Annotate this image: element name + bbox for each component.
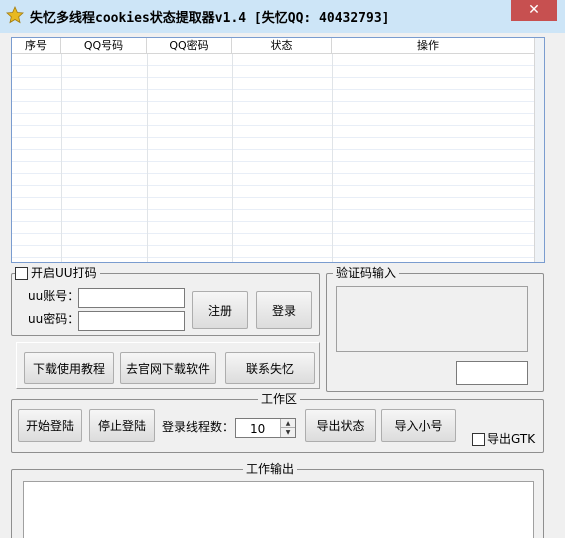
official-download-button[interactable]: 去官网下载软件 (120, 352, 216, 384)
close-button[interactable]: ✕ (511, 0, 557, 21)
account-table[interactable]: 序号 QQ号码 QQ密码 状态 操作 (11, 37, 545, 263)
threads-value: 10 (250, 422, 266, 436)
table-scrollbar[interactable] (534, 38, 544, 262)
captcha-image (336, 286, 528, 352)
column-header-index[interactable]: 序号 (12, 38, 61, 53)
links-panel: 下载使用教程 去官网下载软件 联系失忆 (16, 342, 320, 389)
work-group: 工作区 开始登陆 停止登陆 登录线程数： 10 ▲ ▼ 导出状态 导入小号 导出… (11, 392, 544, 453)
star-icon (6, 6, 24, 24)
work-group-title: 工作区 (258, 392, 301, 406)
output-group-title: 工作输出 (243, 462, 298, 476)
window-title: 失忆多线程cookies状态提取器v1.4 [失忆QQ: 40432793] (30, 11, 390, 26)
uu-account-input[interactable] (78, 288, 185, 308)
table-header: 序号 QQ号码 QQ密码 状态 操作 (12, 38, 544, 54)
stop-login-button[interactable]: 停止登陆 (89, 409, 155, 442)
column-header-password[interactable]: QQ密码 (147, 38, 232, 53)
start-login-button[interactable]: 开始登陆 (18, 409, 82, 442)
export-status-button[interactable]: 导出状态 (305, 409, 376, 442)
threads-spinner[interactable]: 10 ▲ ▼ (235, 418, 296, 438)
uu-enable-label: 开启UU打码 (28, 266, 100, 280)
login-button[interactable]: 登录 (256, 291, 312, 329)
uu-password-input[interactable] (78, 311, 185, 331)
table-body[interactable] (12, 54, 544, 262)
register-button[interactable]: 注册 (192, 291, 248, 329)
output-group: 工作输出 (11, 462, 544, 538)
captcha-input[interactable] (456, 361, 528, 385)
column-header-action[interactable]: 操作 (332, 38, 524, 53)
captcha-group-title: 验证码输入 (333, 266, 400, 280)
spin-down-icon[interactable]: ▼ (281, 428, 295, 437)
uu-enable-checkbox[interactable] (15, 267, 28, 280)
title-bar[interactable]: 失忆多线程cookies状态提取器v1.4 [失忆QQ: 40432793] ✕ (0, 0, 565, 33)
column-header-qq[interactable]: QQ号码 (61, 38, 147, 53)
uu-group: 开启UU打码 uu账号： uu密码： 注册 登录 (11, 266, 320, 336)
output-log[interactable] (23, 481, 534, 538)
uu-account-label: uu账号： (28, 289, 80, 303)
export-gtk-label: 导出GTK (487, 432, 536, 446)
uu-password-label: uu密码： (28, 312, 80, 326)
column-header-status[interactable]: 状态 (232, 38, 332, 53)
contact-button[interactable]: 联系失忆 (225, 352, 315, 384)
client-area: 序号 QQ号码 QQ密码 状态 操作 开启UU打码 uu账号： uu密码： 注册… (8, 33, 557, 538)
captcha-group: 验证码输入 (326, 266, 544, 392)
close-icon: ✕ (528, 2, 540, 18)
spin-up-icon[interactable]: ▲ (281, 419, 295, 428)
download-tutorial-button[interactable]: 下载使用教程 (24, 352, 114, 384)
export-gtk-checkbox[interactable] (472, 433, 485, 446)
app-window: 失忆多线程cookies状态提取器v1.4 [失忆QQ: 40432793] ✕… (0, 0, 565, 538)
import-accounts-button[interactable]: 导入小号 (381, 409, 456, 442)
threads-label: 登录线程数： (162, 420, 235, 434)
